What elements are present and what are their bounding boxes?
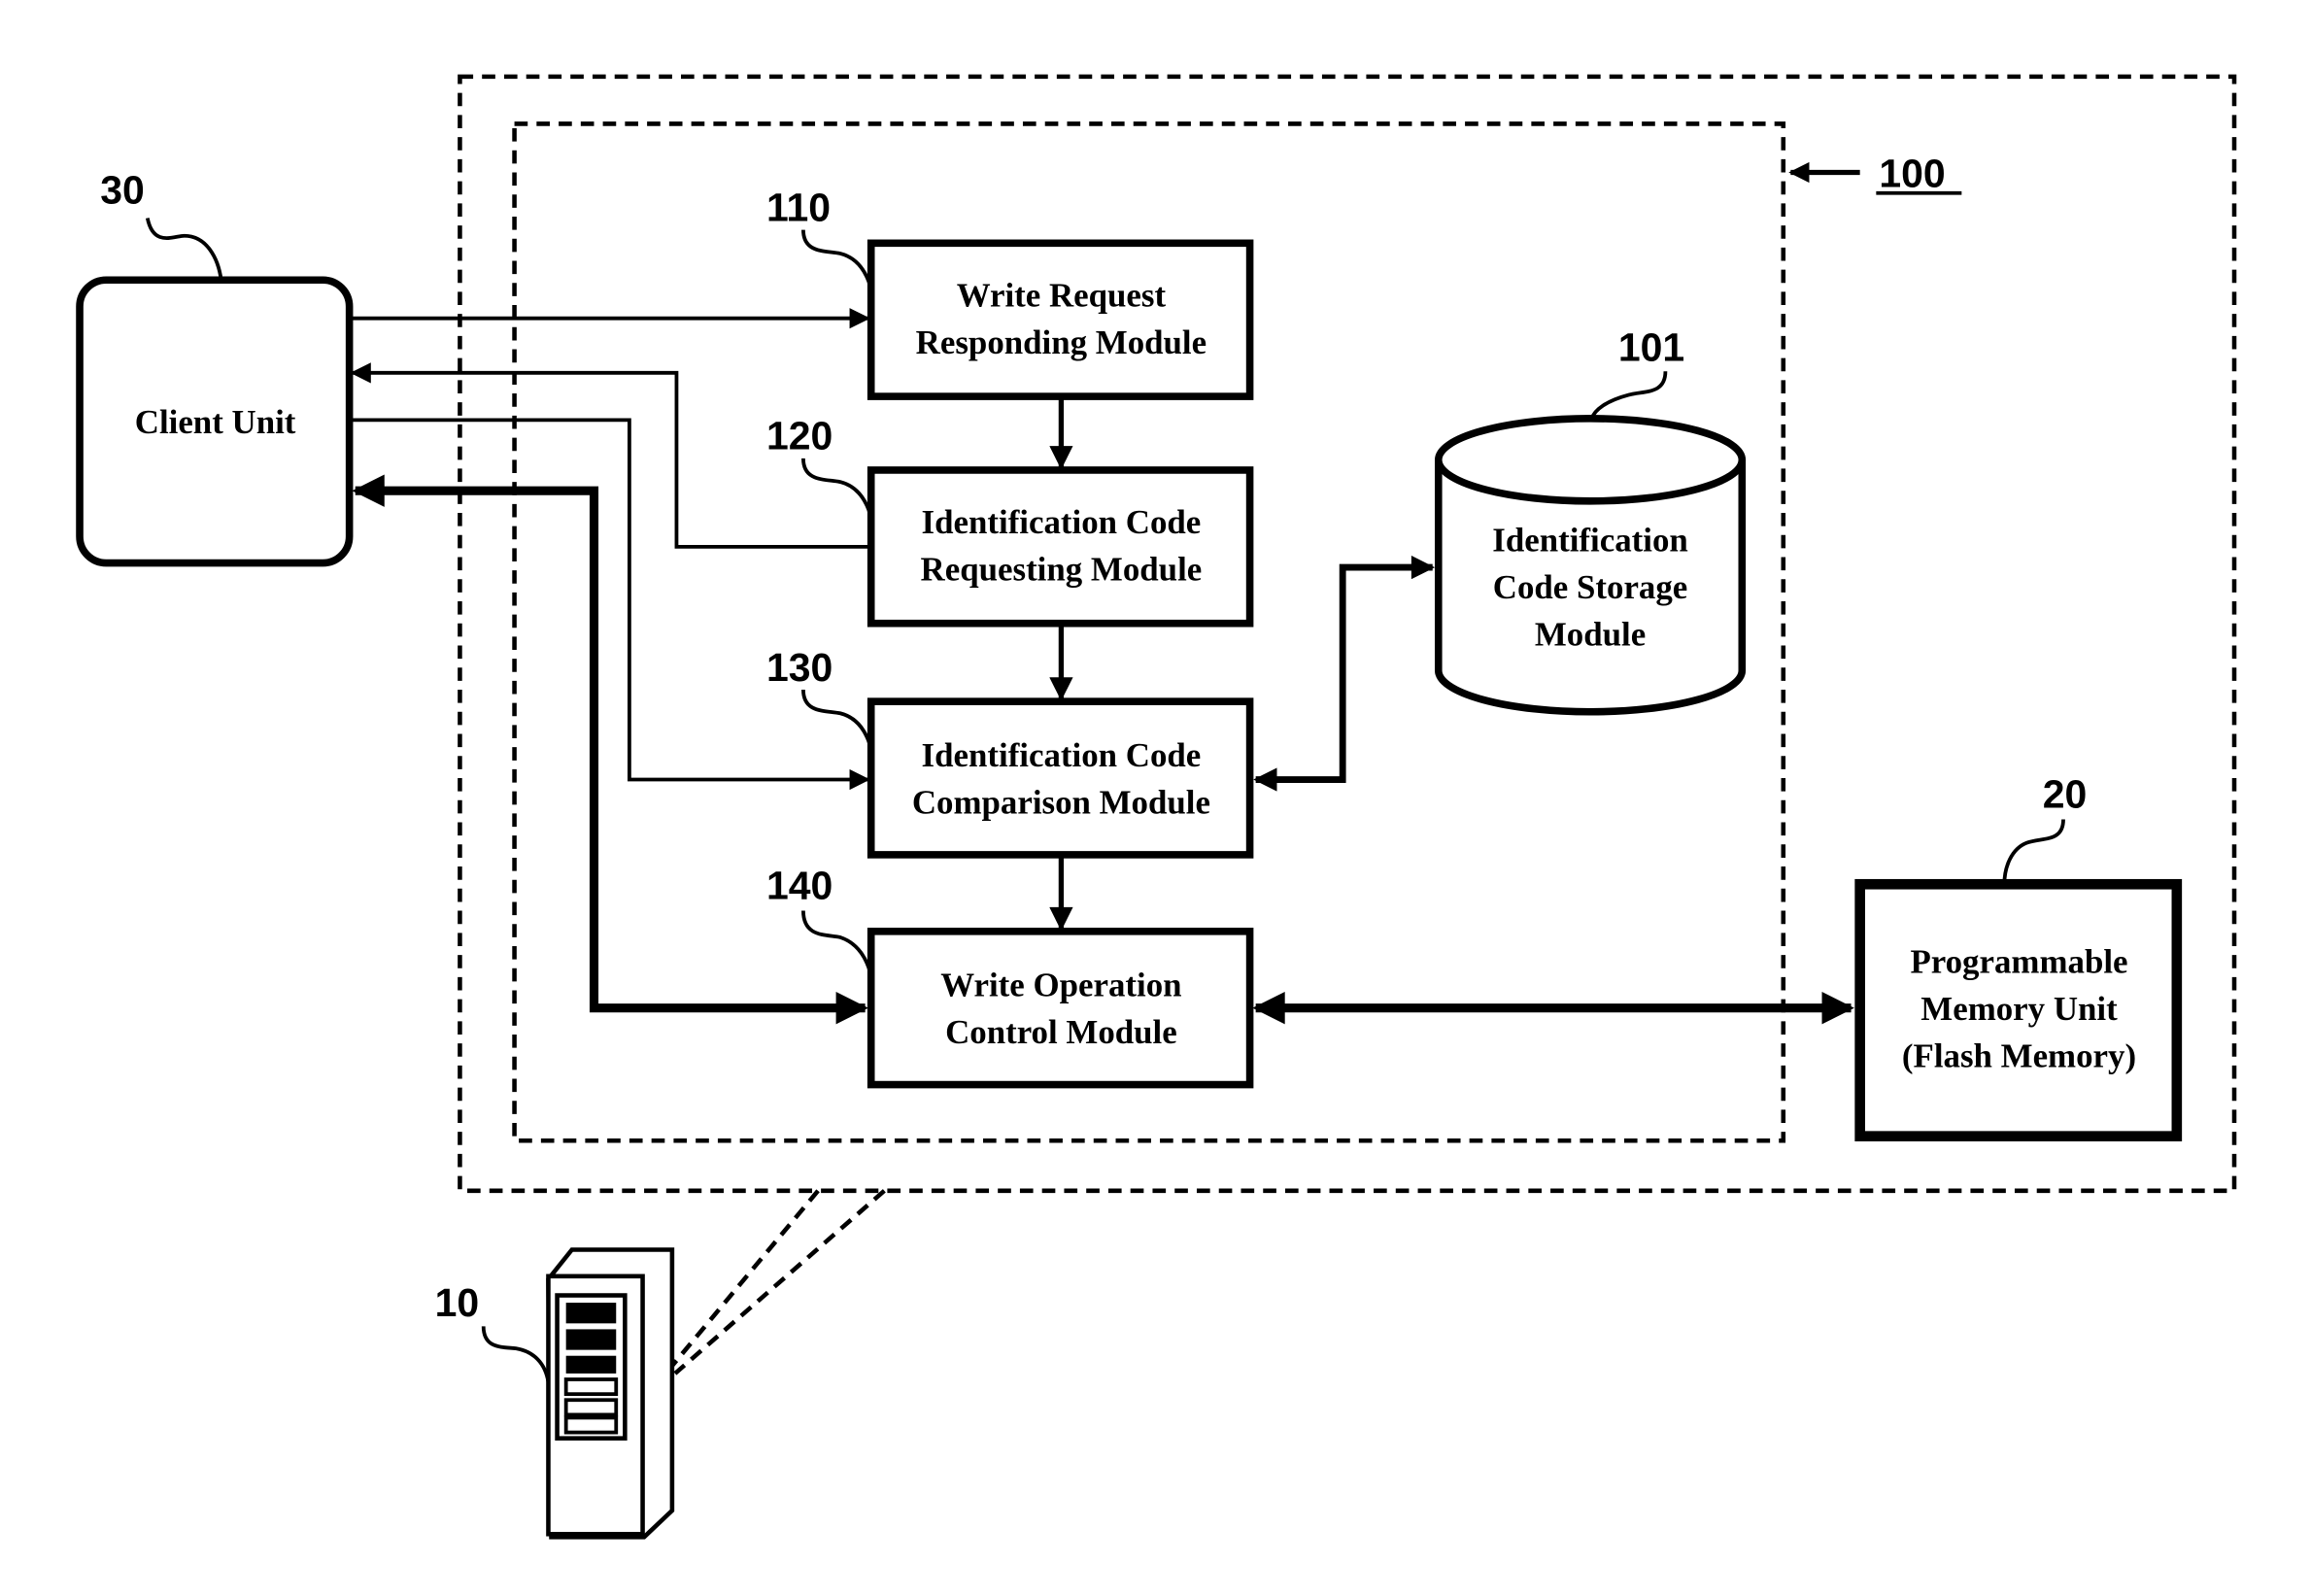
write-control-ref: 140 xyxy=(766,863,833,907)
memory-unit-label-3: (Flash Memory) xyxy=(1902,1036,2136,1074)
write-control-label-2: Control Module xyxy=(945,1013,1177,1051)
write-request-module: Write Request Responding Module 110 xyxy=(766,186,1254,400)
id-requesting-ref: 120 xyxy=(766,414,833,458)
write-control-module: Write Operation Control Module 140 xyxy=(766,863,1254,1089)
id-requesting-label-2: Requesting Module xyxy=(921,551,1203,589)
write-control-label-1: Write Operation xyxy=(940,967,1181,1004)
server-tower-icon: 10 xyxy=(435,1247,675,1540)
arrow-130-storage-bidirectional xyxy=(1253,555,1436,792)
memory-unit-block: Programmable Memory Unit (Flash Memory) … xyxy=(1854,771,2183,1141)
id-comparison-label-2: Comparison Module xyxy=(912,783,1210,821)
write-request-ref: 110 xyxy=(766,186,831,230)
id-comparison-ref: 130 xyxy=(766,645,833,690)
id-comparison-module: Identification Code Comparison Module 13… xyxy=(766,645,1254,859)
projection-line-1 xyxy=(668,1189,820,1370)
id-storage-ref: 101 xyxy=(1618,325,1684,370)
id-comparison-label-1: Identification Code xyxy=(922,736,1202,774)
arrow-120-to-client xyxy=(350,362,871,549)
system-ref-label: 100 xyxy=(1879,152,1945,196)
id-requesting-label-1: Identification Code xyxy=(922,503,1202,541)
projection-line-2 xyxy=(673,1189,886,1375)
id-storage-label-3: Module xyxy=(1535,615,1646,653)
memory-unit-ref: 20 xyxy=(2043,771,2088,816)
id-storage-label-1: Identification xyxy=(1492,521,1688,559)
system-reference: 100 xyxy=(1788,152,1962,196)
arrow-client-to-130 xyxy=(349,418,870,791)
block-diagram: 100 Client Unit 30 Write Request Respond… xyxy=(76,74,2237,1540)
memory-unit-label-1: Programmable xyxy=(1910,942,2127,980)
id-storage-module: Identification Code Storage Module 101 xyxy=(1434,325,1747,716)
arrow-140-client-bidirectional xyxy=(352,474,868,1025)
client-unit-block: Client Unit 30 xyxy=(76,167,354,567)
write-request-label-2: Responding Module xyxy=(916,323,1206,361)
client-unit-label: Client Unit xyxy=(135,403,296,441)
client-unit-ref: 30 xyxy=(100,167,145,212)
server-ref: 10 xyxy=(435,1280,480,1325)
memory-unit-label-2: Memory Unit xyxy=(1920,990,2118,1028)
id-requesting-module: Identification Code Requesting Module 12… xyxy=(766,414,1254,628)
id-storage-label-2: Code Storage xyxy=(1493,568,1688,606)
write-request-label-1: Write Request xyxy=(957,277,1167,315)
